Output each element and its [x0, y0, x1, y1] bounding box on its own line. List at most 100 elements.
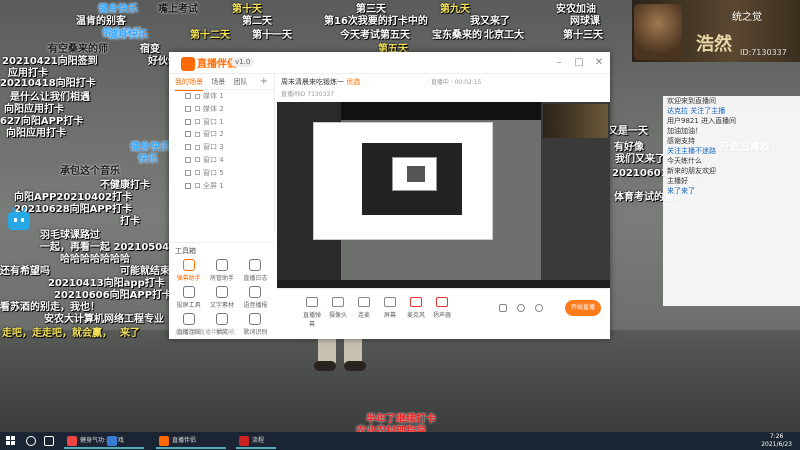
tab-my-scenes[interactable]: 我的场景 [175, 74, 203, 91]
source-type-icon [195, 119, 200, 125]
tool-label: 房管助手 [209, 275, 234, 282]
tool-item[interactable]: 文字素材 [205, 286, 238, 309]
danmaku-comment: 安农大计算机网络工程专业 [44, 314, 164, 325]
control-button[interactable]: 屏幕 [379, 297, 401, 319]
tab-scenes[interactable]: 场景 [211, 74, 225, 90]
visibility-checkbox[interactable] [185, 131, 191, 138]
search-icon[interactable] [26, 436, 36, 446]
visibility-checkbox[interactable] [185, 105, 191, 112]
source-item[interactable]: 全屏 1 [169, 180, 274, 193]
toolbox-tip[interactable]: 点击了解直播伴侣功能 [175, 327, 235, 336]
windows-start-icon[interactable] [6, 436, 16, 446]
source-item[interactable]: 窗口 3 [169, 141, 274, 154]
taskbar-app[interactable] [104, 433, 144, 449]
source-item[interactable]: 窗口 4 [169, 154, 274, 167]
tool-item[interactable]: 弹幕助手 [172, 259, 205, 282]
source-type-icon [195, 183, 200, 189]
danmaku-comment: 健身快乐 [108, 30, 148, 41]
danmaku-comment: 今天考试第五天 [340, 30, 410, 41]
control-label: 麦克风 [406, 312, 425, 319]
control-label: 屏幕 [383, 312, 396, 319]
maximize-button[interactable]: □ [572, 56, 586, 70]
danmaku-comment: 网球课 [570, 16, 600, 27]
tool-item[interactable]: 投屏工具 [172, 286, 205, 309]
room-title[interactable]: 周末清晨来吃锻炼一 优选 [281, 77, 360, 87]
control-icon [410, 297, 422, 307]
visibility-checkbox[interactable] [185, 182, 191, 189]
visibility-checkbox[interactable] [185, 156, 191, 163]
source-label: 媒体 2 [203, 104, 224, 113]
control-label: 直播弹幕 [302, 312, 321, 328]
source-type-icon [195, 144, 200, 150]
room-header: 周末清晨来吃锻炼一 优选 直播间ID 7130337 · 直播中 · 00:02… [277, 74, 610, 102]
visibility-checkbox[interactable] [185, 144, 191, 151]
room-id: 直播间ID 7130337 [281, 91, 335, 98]
room-status: · 直播中 · 00:02:15 [427, 79, 482, 86]
source-item[interactable]: 媒体 2 [169, 103, 274, 116]
settings-gear-icon[interactable] [535, 304, 543, 312]
minimize-button[interactable]: – [552, 56, 566, 70]
bilibili-icon [8, 212, 30, 230]
control-icon [332, 297, 344, 307]
tool-label: 文字素材 [209, 302, 234, 309]
source-label: 窗口 4 [203, 155, 224, 164]
close-button[interactable]: ✕ [592, 56, 606, 70]
tool-item[interactable]: 歌词识别 [239, 313, 272, 336]
tool-label: 歌词识别 [243, 329, 268, 336]
add-scene-button[interactable]: + [260, 74, 268, 90]
app-icon [107, 436, 117, 446]
danmaku-comment: 第九天 [440, 4, 470, 15]
control-button[interactable]: 直播弹幕 [301, 297, 323, 328]
tool-item[interactable]: 直播日志 [239, 259, 272, 282]
visibility-checkbox[interactable] [185, 118, 191, 125]
task-view-icon[interactable] [44, 436, 54, 446]
chat-message: 新来的朋友欢迎 [667, 167, 716, 175]
danmaku-comment: 我又来了 [470, 16, 510, 27]
source-item[interactable]: 窗口 2 [169, 128, 274, 141]
source-label: 窗口 2 [203, 130, 224, 139]
tool-icon [182, 313, 195, 325]
app-icon [159, 436, 169, 446]
chat-message: 达克拉 关注了主播 [667, 107, 726, 115]
danmaku-comment: 我们又来了 [615, 154, 665, 165]
go-live-button[interactable]: 开始直播 [565, 300, 601, 316]
control-button[interactable]: 连麦 [353, 297, 375, 319]
stream-preview[interactable] [277, 102, 610, 288]
tab-team[interactable]: 团队 [233, 74, 247, 90]
tool-item[interactable]: 房管助手 [205, 259, 238, 282]
source-label: 窗口 3 [203, 143, 224, 152]
danmaku-comment: 第十二天 [190, 30, 230, 41]
chat-message: 来了来了 [667, 187, 695, 195]
source-item[interactable]: 窗口 1 [169, 116, 274, 129]
control-label: 摄像头 [328, 312, 347, 319]
chat-message: 主播好 [667, 177, 688, 185]
chat-message: 用户9821 进入直播间 [667, 117, 737, 125]
scene-panel: 我的场景 场景 团队 + 媒体 1 媒体 2 窗口 1 窗口 2 窗口 3 窗口 4 窗口 … [169, 74, 275, 234]
tool-label: 弹幕助手 [176, 275, 201, 282]
source-item[interactable]: 窗口 5 [169, 167, 274, 180]
preview-nested-window [313, 122, 493, 240]
title-bar: 直播伴侣 v1.0 – □ ✕ [169, 52, 610, 74]
system-clock[interactable]: 7:26 2021/6/23 [761, 433, 792, 449]
camera-toggle-icon[interactable] [499, 304, 507, 312]
game-banner: 统之觉 浩然 ID:7130337 [632, 0, 800, 62]
source-item[interactable]: 媒体 1 [169, 90, 274, 103]
taskbar-app[interactable]: 直播伴侣 [156, 433, 226, 449]
taskbar-app[interactable]: 流程 [236, 433, 276, 449]
live-companion-window: 直播伴侣 v1.0 – □ ✕ 我的场景 场景 团队 + 媒体 1 媒体 2 窗口 … [169, 52, 610, 339]
eye-icon[interactable] [517, 304, 525, 312]
tool-label: 投屏工具 [176, 302, 201, 309]
source-label: 媒体 1 [203, 92, 224, 100]
tool-item[interactable]: 语音播报 [239, 286, 272, 309]
visibility-checkbox[interactable] [185, 169, 191, 176]
control-button[interactable]: 麦克风 [405, 297, 427, 319]
danmaku-comment: 承包这个音乐 [60, 166, 120, 177]
control-button[interactable]: 摄像头 [327, 297, 349, 319]
danmaku-comment: 宝东桑来的 [432, 30, 482, 41]
control-icon [306, 297, 318, 307]
control-button[interactable]: 扬声器 [431, 297, 453, 319]
chat-message: 今天练什么 [667, 157, 702, 165]
visibility-checkbox[interactable] [185, 93, 191, 99]
danmaku-comment: 第二天 [242, 16, 272, 27]
danmaku-comment: 嘴上考试 [158, 4, 198, 15]
